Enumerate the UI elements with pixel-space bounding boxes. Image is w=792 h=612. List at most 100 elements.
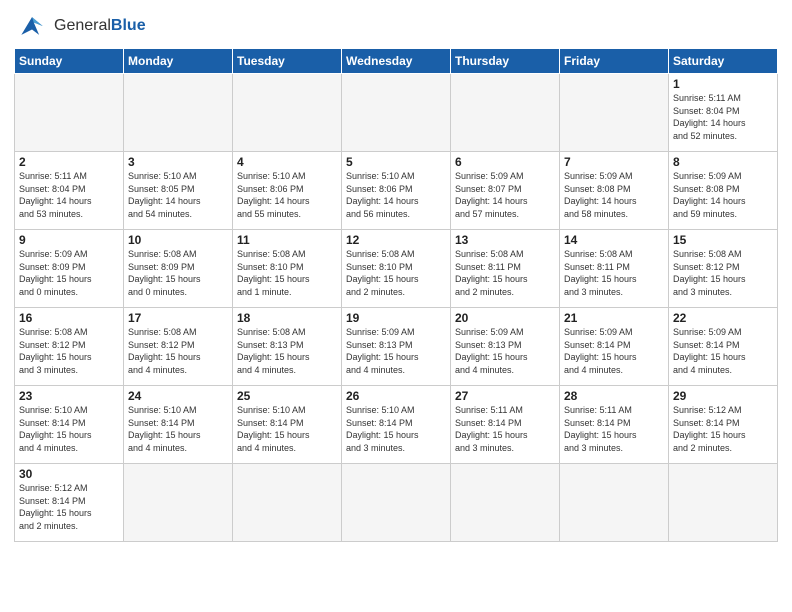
day-number: 24: [128, 389, 228, 403]
calendar-cell: 2Sunrise: 5:11 AM Sunset: 8:04 PM Daylig…: [15, 152, 124, 230]
calendar-cell: 15Sunrise: 5:08 AM Sunset: 8:12 PM Dayli…: [669, 230, 778, 308]
day-info: Sunrise: 5:09 AM Sunset: 8:07 PM Dayligh…: [455, 170, 555, 220]
weekday-header-thursday: Thursday: [451, 49, 560, 74]
calendar-cell: [560, 464, 669, 542]
calendar-cell: [560, 74, 669, 152]
day-info: Sunrise: 5:08 AM Sunset: 8:12 PM Dayligh…: [673, 248, 773, 298]
day-number: 2: [19, 155, 119, 169]
day-number: 27: [455, 389, 555, 403]
day-number: 29: [673, 389, 773, 403]
calendar-row-4: 23Sunrise: 5:10 AM Sunset: 8:14 PM Dayli…: [15, 386, 778, 464]
calendar-cell: 25Sunrise: 5:10 AM Sunset: 8:14 PM Dayli…: [233, 386, 342, 464]
calendar-cell: 18Sunrise: 5:08 AM Sunset: 8:13 PM Dayli…: [233, 308, 342, 386]
day-number: 14: [564, 233, 664, 247]
weekday-header-saturday: Saturday: [669, 49, 778, 74]
calendar-cell: [124, 464, 233, 542]
day-info: Sunrise: 5:11 AM Sunset: 8:14 PM Dayligh…: [455, 404, 555, 454]
day-info: Sunrise: 5:08 AM Sunset: 8:11 PM Dayligh…: [455, 248, 555, 298]
day-info: Sunrise: 5:09 AM Sunset: 8:13 PM Dayligh…: [455, 326, 555, 376]
calendar-cell: 22Sunrise: 5:09 AM Sunset: 8:14 PM Dayli…: [669, 308, 778, 386]
day-number: 3: [128, 155, 228, 169]
logo-text: GeneralBlue: [54, 17, 146, 35]
day-number: 18: [237, 311, 337, 325]
calendar-cell: [15, 74, 124, 152]
day-info: Sunrise: 5:09 AM Sunset: 8:08 PM Dayligh…: [564, 170, 664, 220]
day-info: Sunrise: 5:09 AM Sunset: 8:14 PM Dayligh…: [673, 326, 773, 376]
day-info: Sunrise: 5:08 AM Sunset: 8:13 PM Dayligh…: [237, 326, 337, 376]
day-info: Sunrise: 5:08 AM Sunset: 8:09 PM Dayligh…: [128, 248, 228, 298]
day-info: Sunrise: 5:10 AM Sunset: 8:06 PM Dayligh…: [346, 170, 446, 220]
day-info: Sunrise: 5:10 AM Sunset: 8:05 PM Dayligh…: [128, 170, 228, 220]
weekday-header-monday: Monday: [124, 49, 233, 74]
day-number: 30: [19, 467, 119, 481]
day-info: Sunrise: 5:09 AM Sunset: 8:08 PM Dayligh…: [673, 170, 773, 220]
calendar-cell: [233, 464, 342, 542]
calendar-cell: 6Sunrise: 5:09 AM Sunset: 8:07 PM Daylig…: [451, 152, 560, 230]
logo: GeneralBlue: [14, 10, 146, 42]
calendar-cell: 16Sunrise: 5:08 AM Sunset: 8:12 PM Dayli…: [15, 308, 124, 386]
day-number: 16: [19, 311, 119, 325]
day-number: 19: [346, 311, 446, 325]
day-info: Sunrise: 5:10 AM Sunset: 8:14 PM Dayligh…: [237, 404, 337, 454]
day-info: Sunrise: 5:10 AM Sunset: 8:14 PM Dayligh…: [19, 404, 119, 454]
calendar-cell: 28Sunrise: 5:11 AM Sunset: 8:14 PM Dayli…: [560, 386, 669, 464]
weekday-header-sunday: Sunday: [15, 49, 124, 74]
day-info: Sunrise: 5:09 AM Sunset: 8:14 PM Dayligh…: [564, 326, 664, 376]
day-info: Sunrise: 5:09 AM Sunset: 8:13 PM Dayligh…: [346, 326, 446, 376]
calendar-cell: 14Sunrise: 5:08 AM Sunset: 8:11 PM Dayli…: [560, 230, 669, 308]
logo-icon: [14, 10, 50, 42]
calendar-cell: 26Sunrise: 5:10 AM Sunset: 8:14 PM Dayli…: [342, 386, 451, 464]
calendar-cell: 7Sunrise: 5:09 AM Sunset: 8:08 PM Daylig…: [560, 152, 669, 230]
calendar-cell: [342, 74, 451, 152]
day-number: 23: [19, 389, 119, 403]
calendar-cell: 12Sunrise: 5:08 AM Sunset: 8:10 PM Dayli…: [342, 230, 451, 308]
calendar-row-2: 9Sunrise: 5:09 AM Sunset: 8:09 PM Daylig…: [15, 230, 778, 308]
day-number: 13: [455, 233, 555, 247]
day-number: 9: [19, 233, 119, 247]
header: GeneralBlue: [14, 10, 778, 42]
day-info: Sunrise: 5:10 AM Sunset: 8:14 PM Dayligh…: [128, 404, 228, 454]
calendar-cell: [669, 464, 778, 542]
day-info: Sunrise: 5:11 AM Sunset: 8:04 PM Dayligh…: [19, 170, 119, 220]
day-info: Sunrise: 5:08 AM Sunset: 8:10 PM Dayligh…: [237, 248, 337, 298]
day-number: 8: [673, 155, 773, 169]
calendar-cell: [124, 74, 233, 152]
day-number: 1: [673, 77, 773, 91]
calendar-cell: 30Sunrise: 5:12 AM Sunset: 8:14 PM Dayli…: [15, 464, 124, 542]
calendar-cell: 24Sunrise: 5:10 AM Sunset: 8:14 PM Dayli…: [124, 386, 233, 464]
calendar-cell: 13Sunrise: 5:08 AM Sunset: 8:11 PM Dayli…: [451, 230, 560, 308]
day-number: 17: [128, 311, 228, 325]
weekday-header-row: SundayMondayTuesdayWednesdayThursdayFrid…: [15, 49, 778, 74]
calendar-cell: 11Sunrise: 5:08 AM Sunset: 8:10 PM Dayli…: [233, 230, 342, 308]
day-info: Sunrise: 5:10 AM Sunset: 8:06 PM Dayligh…: [237, 170, 337, 220]
day-number: 15: [673, 233, 773, 247]
day-number: 11: [237, 233, 337, 247]
day-info: Sunrise: 5:08 AM Sunset: 8:12 PM Dayligh…: [19, 326, 119, 376]
day-number: 10: [128, 233, 228, 247]
calendar-cell: 8Sunrise: 5:09 AM Sunset: 8:08 PM Daylig…: [669, 152, 778, 230]
day-info: Sunrise: 5:08 AM Sunset: 8:10 PM Dayligh…: [346, 248, 446, 298]
day-number: 20: [455, 311, 555, 325]
weekday-header-tuesday: Tuesday: [233, 49, 342, 74]
day-number: 12: [346, 233, 446, 247]
calendar-table: SundayMondayTuesdayWednesdayThursdayFrid…: [14, 48, 778, 542]
calendar-row-3: 16Sunrise: 5:08 AM Sunset: 8:12 PM Dayli…: [15, 308, 778, 386]
calendar-row-0: 1Sunrise: 5:11 AM Sunset: 8:04 PM Daylig…: [15, 74, 778, 152]
calendar-cell: 10Sunrise: 5:08 AM Sunset: 8:09 PM Dayli…: [124, 230, 233, 308]
calendar-cell: 1Sunrise: 5:11 AM Sunset: 8:04 PM Daylig…: [669, 74, 778, 152]
calendar-cell: 5Sunrise: 5:10 AM Sunset: 8:06 PM Daylig…: [342, 152, 451, 230]
calendar-cell: 27Sunrise: 5:11 AM Sunset: 8:14 PM Dayli…: [451, 386, 560, 464]
calendar-cell: 23Sunrise: 5:10 AM Sunset: 8:14 PM Dayli…: [15, 386, 124, 464]
calendar-cell: [451, 464, 560, 542]
day-info: Sunrise: 5:11 AM Sunset: 8:14 PM Dayligh…: [564, 404, 664, 454]
calendar-cell: 20Sunrise: 5:09 AM Sunset: 8:13 PM Dayli…: [451, 308, 560, 386]
calendar-cell: 29Sunrise: 5:12 AM Sunset: 8:14 PM Dayli…: [669, 386, 778, 464]
weekday-header-wednesday: Wednesday: [342, 49, 451, 74]
day-number: 21: [564, 311, 664, 325]
calendar-cell: 4Sunrise: 5:10 AM Sunset: 8:06 PM Daylig…: [233, 152, 342, 230]
weekday-header-friday: Friday: [560, 49, 669, 74]
day-number: 25: [237, 389, 337, 403]
day-info: Sunrise: 5:10 AM Sunset: 8:14 PM Dayligh…: [346, 404, 446, 454]
day-info: Sunrise: 5:09 AM Sunset: 8:09 PM Dayligh…: [19, 248, 119, 298]
day-info: Sunrise: 5:08 AM Sunset: 8:11 PM Dayligh…: [564, 248, 664, 298]
